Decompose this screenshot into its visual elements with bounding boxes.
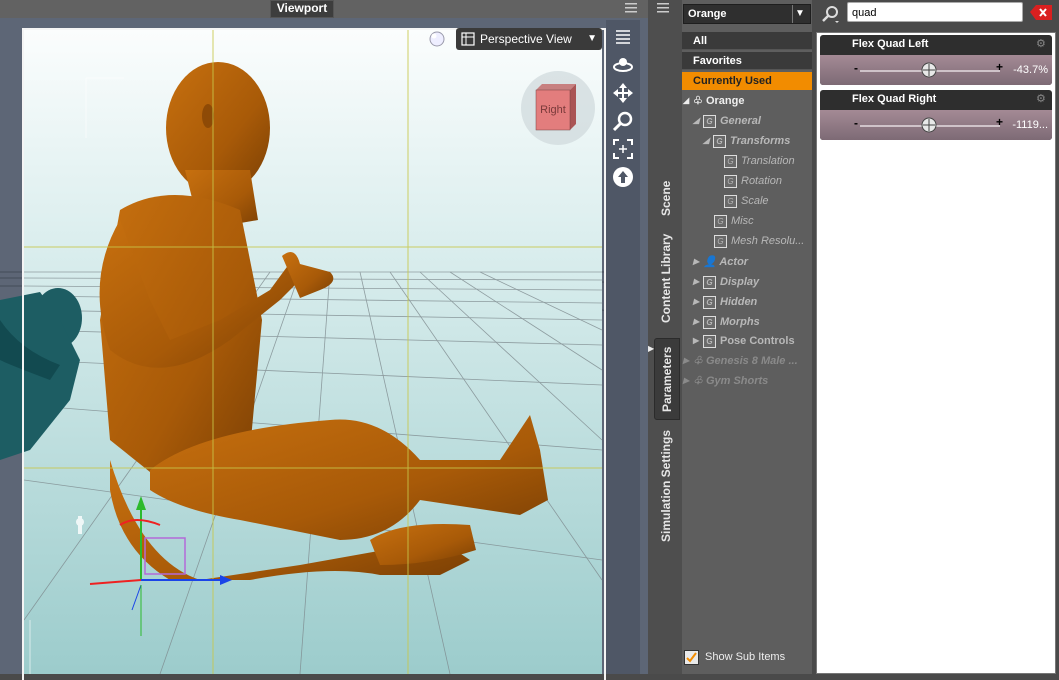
figure-icon: ♧ (693, 95, 703, 107)
property-slider-flex-quad-left: Flex Quad Left ⚙ - + -43.7% (820, 35, 1052, 85)
decrement-button[interactable]: - (854, 61, 858, 75)
property-value[interactable]: -1119... (1012, 119, 1048, 131)
viewport-title-tab[interactable]: Viewport (270, 0, 334, 18)
slider-track[interactable]: - + -1119... (820, 110, 1052, 140)
category-all[interactable]: All (682, 32, 812, 50)
tree-item-rotation[interactable]: G Rotation (724, 171, 782, 191)
tab-simulation-settings[interactable]: Simulation Settings (654, 424, 678, 548)
chevron-down-icon: ▼ (587, 33, 597, 44)
view-mode-label: Perspective View (480, 32, 572, 46)
show-sub-items-label: Show Sub Items (705, 651, 786, 663)
expand-arrow-icon[interactable]: ▶ (683, 351, 693, 371)
expand-arrow-icon[interactable]: ▶ (693, 252, 703, 272)
group-icon: G (703, 334, 716, 348)
tree-item-scale[interactable]: G Scale (724, 191, 769, 211)
group-icon: G (724, 174, 737, 188)
orbit-icon[interactable] (612, 54, 634, 76)
decrement-button[interactable]: - (854, 116, 858, 130)
layout-icon (461, 32, 475, 46)
group-icon: G (703, 315, 716, 329)
expand-arrow-icon[interactable]: ▶ (693, 272, 703, 292)
search-icon[interactable] (820, 4, 842, 24)
checkbox[interactable] (684, 649, 699, 665)
frame-icon[interactable] (612, 138, 634, 160)
group-icon: G (703, 295, 716, 309)
panel-menu-icon[interactable] (612, 26, 634, 48)
gear-icon[interactable]: ⚙ (1036, 93, 1048, 105)
reset-view-icon[interactable] (612, 166, 634, 188)
group-icon: G (703, 114, 716, 128)
view-frame (22, 28, 606, 680)
tab-scene[interactable]: Scene (654, 168, 678, 228)
search-input[interactable]: quad (847, 2, 1023, 22)
property-value[interactable]: -43.7% (1013, 64, 1048, 76)
view-cube[interactable]: Right (520, 70, 596, 146)
tree-item-mesh-resolution[interactable]: G Mesh Resolu... (714, 231, 804, 251)
category-favorites[interactable]: Favorites (682, 52, 812, 70)
clear-search-icon[interactable] (1030, 5, 1052, 20)
node-selector[interactable]: Orange ▼ (683, 4, 811, 24)
tab-parameters[interactable]: Parameters (654, 338, 680, 420)
cube-face-label: Right (540, 104, 566, 116)
tree-item-genesis-8-male[interactable]: ▶ ♧ Genesis 8 Male ... (683, 351, 798, 371)
slider-track[interactable]: - + -43.7% (820, 55, 1052, 85)
tree-item-morphs[interactable]: ▶ G Morphs (693, 312, 760, 332)
group-icon: G (713, 134, 726, 148)
zoom-icon[interactable] (612, 110, 634, 132)
figure-icon: ♧ (693, 375, 703, 387)
property-slider-flex-quad-right: Flex Quad Right ⚙ - + -1119... (820, 90, 1052, 140)
side-tab-strip: Scene Content Library Parameters Simulat… (648, 0, 682, 674)
slider-knob[interactable] (920, 116, 938, 134)
expand-arrow-icon[interactable]: ◢ (683, 91, 693, 111)
chevron-down-icon: ▼ (792, 5, 807, 23)
figure-icon: ♧ (693, 355, 703, 367)
collapse-arrow-icon[interactable]: ▶ (648, 344, 654, 354)
actor-icon: 👤 (703, 256, 717, 268)
tree-item-misc[interactable]: G Misc (714, 211, 754, 231)
panel-menu-icon[interactable] (654, 0, 672, 14)
view-mode-dropdown[interactable]: Perspective View ▼ (456, 28, 602, 50)
show-sub-items-toggle[interactable]: Show Sub Items (684, 648, 785, 666)
category-currently-used[interactable]: Currently Used (682, 72, 812, 90)
tree-item-general[interactable]: ◢ G General (693, 111, 761, 131)
expand-arrow-icon[interactable]: ▶ (683, 371, 693, 391)
tree-item-translation[interactable]: G Translation (724, 151, 795, 171)
panel-menu-icon[interactable] (622, 0, 640, 14)
tree-item-actor[interactable]: ▶ 👤 Actor (693, 252, 748, 272)
pan-icon[interactable] (612, 82, 634, 104)
increment-button[interactable]: + (996, 60, 1003, 74)
increment-button[interactable]: + (996, 115, 1003, 129)
group-icon: G (724, 194, 737, 208)
expand-arrow-icon[interactable]: ◢ (693, 111, 703, 131)
expand-arrow-icon[interactable]: ◢ (703, 131, 713, 151)
tree-item-hidden[interactable]: ▶ G Hidden (693, 292, 757, 312)
tree-item-transforms[interactable]: ◢ G Transforms (703, 131, 790, 151)
slider-knob[interactable] (920, 61, 938, 79)
tree-item-pose-controls[interactable]: ▶ G Pose Controls (693, 331, 795, 351)
expand-arrow-icon[interactable]: ▶ (693, 331, 703, 351)
gear-icon[interactable]: ⚙ (1036, 38, 1048, 50)
node-selector-value: Orange (688, 8, 727, 20)
tree-item-gym-shorts[interactable]: ▶ ♧ Gym Shorts (683, 371, 768, 391)
expand-arrow-icon[interactable]: ▶ (693, 312, 703, 332)
tab-content-library[interactable]: Content Library (654, 228, 678, 328)
tree-item-orange[interactable]: ◢ ♧ Orange (683, 91, 744, 111)
group-icon: G (714, 214, 727, 228)
group-icon: G (703, 275, 716, 289)
group-icon: G (724, 154, 737, 168)
property-name: Flex Quad Left (852, 38, 929, 50)
expand-arrow-icon[interactable]: ▶ (693, 292, 703, 312)
viewport-toolbar (606, 20, 640, 674)
light-icon[interactable] (428, 30, 448, 50)
tree-item-display[interactable]: ▶ G Display (693, 272, 759, 292)
property-name: Flex Quad Right (852, 93, 937, 105)
group-icon: G (714, 234, 727, 248)
